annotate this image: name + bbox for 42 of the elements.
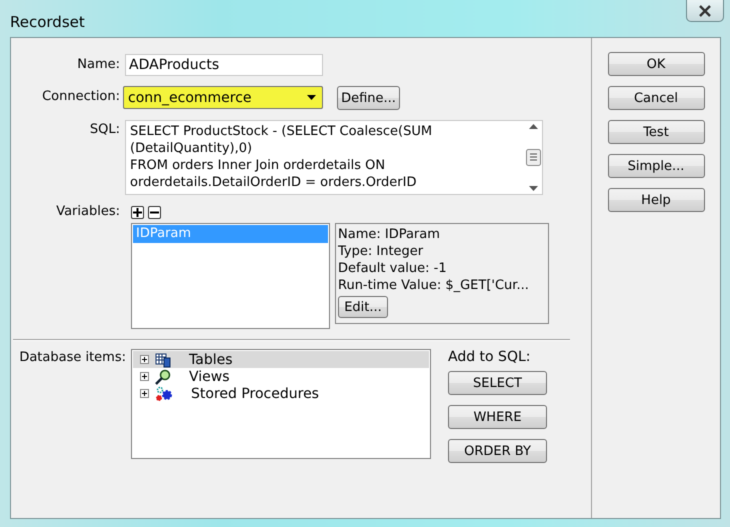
sql-clause-button[interactable]: ORDER BY bbox=[448, 439, 547, 463]
sql-clause-button[interactable]: WHERE bbox=[448, 405, 547, 429]
field-label: Database items: bbox=[18, 349, 126, 367]
dialog-button[interactable]: Help bbox=[608, 188, 704, 212]
expand-icon[interactable] bbox=[140, 372, 149, 381]
close-button[interactable] bbox=[686, 0, 724, 22]
detail-text: Run-time Value: $_GET['Cur... bbox=[338, 277, 530, 294]
scroll-up-icon[interactable] bbox=[529, 124, 538, 129]
dialog-button[interactable]: Simple... bbox=[608, 154, 704, 178]
tree-item[interactable]: Views bbox=[133, 368, 429, 385]
detail-text: Name: IDParam bbox=[338, 226, 441, 243]
expand-icon[interactable] bbox=[140, 389, 149, 398]
table-icon bbox=[155, 352, 171, 368]
dialog-button[interactable]: OK bbox=[608, 52, 704, 76]
connection-dropdown[interactable]: conn_ecommerce bbox=[123, 86, 323, 109]
scroll-down-icon[interactable] bbox=[529, 186, 538, 191]
field-label: Name: bbox=[76, 56, 121, 74]
plus-icon bbox=[133, 208, 142, 217]
remove-button[interactable] bbox=[148, 206, 161, 219]
detail-text: Default value: -1 bbox=[338, 260, 448, 277]
expand-icon[interactable] bbox=[140, 355, 149, 364]
add-button[interactable] bbox=[131, 206, 144, 219]
define-button[interactable]: Define... bbox=[337, 86, 400, 110]
field-label: SQL: bbox=[88, 121, 121, 139]
scroll-thumb[interactable] bbox=[526, 149, 541, 166]
dialog-button[interactable]: Test bbox=[608, 120, 704, 144]
sql-field[interactable]: SELECT ProductStock - (SELECT Coalesce(SUM (DetailQuantity),0) FROM orders Inner Join orderdetails ON orderdetails.DetailOrderID = orders.OrderID bbox=[125, 120, 543, 195]
edit-button[interactable]: Edit... bbox=[338, 296, 388, 318]
magnifier-icon bbox=[155, 368, 171, 384]
window-title: Recordset bbox=[10, 12, 85, 30]
dropdown-arrow-icon bbox=[307, 95, 316, 100]
tree-item[interactable]: Stored Procedures bbox=[133, 385, 429, 402]
sql-clause-button[interactable]: SELECT bbox=[448, 371, 547, 395]
gears-icon bbox=[155, 386, 173, 402]
field-label: Connection: bbox=[41, 88, 121, 106]
close-icon bbox=[698, 4, 712, 16]
tree-item[interactable]: Tables bbox=[133, 351, 429, 368]
name-field[interactable]: ADAProducts bbox=[125, 54, 323, 76]
dialog-button[interactable]: Cancel bbox=[608, 86, 704, 110]
section-label: Add to SQL: bbox=[448, 349, 532, 365]
detail-text: Type: Integer bbox=[338, 243, 424, 260]
field-label: Variables: bbox=[55, 203, 121, 221]
